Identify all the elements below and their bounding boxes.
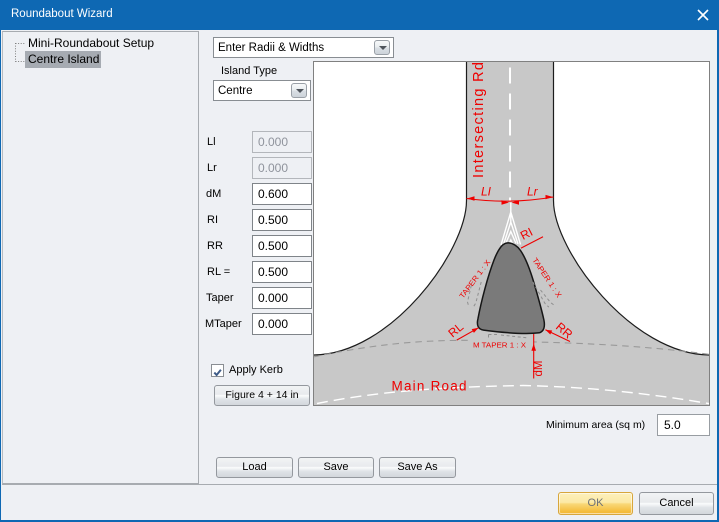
svg-text:Intersecting Rd: Intersecting Rd (471, 62, 487, 178)
svg-text:Lr: Lr (527, 185, 539, 199)
svg-text:dM: dM (533, 361, 545, 377)
svg-text:M TAPER 1 : X: M TAPER 1 : X (473, 343, 526, 350)
svg-text:LI: LI (481, 185, 492, 199)
